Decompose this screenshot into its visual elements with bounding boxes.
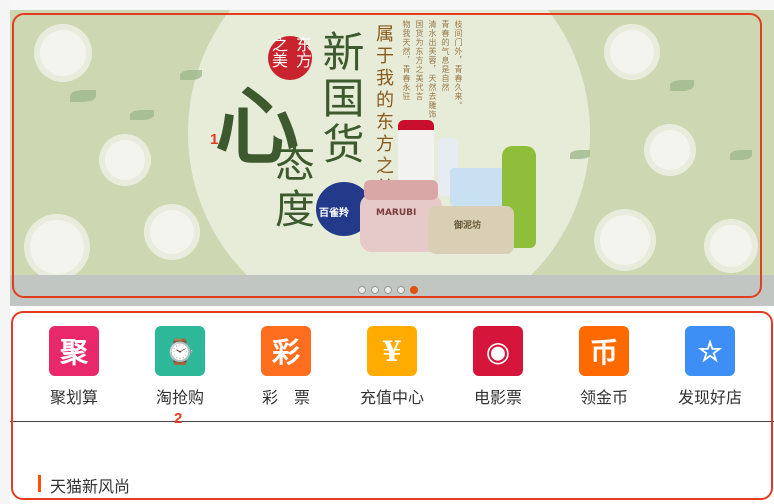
banner-poem-line: 清水出芙蓉，天然去雕饰 (428, 20, 437, 119)
carousel-dot-active[interactable] (410, 286, 418, 294)
flower-decoration (150, 210, 194, 254)
quick-entry-dianyingpiao[interactable]: ◉ 电影票 (453, 326, 543, 408)
juhuasuan-icon: 聚 (49, 326, 99, 376)
banner-poem-line: 国货为东方之美代言 (415, 20, 424, 101)
product-marubi-lid (364, 180, 438, 200)
quick-entry-juhuasuan[interactable]: 聚 聚划算 (29, 326, 119, 408)
carousel-dot[interactable] (358, 286, 366, 294)
product-yuniquan-label: 御泥坊 (454, 221, 482, 231)
flower-decoration (30, 220, 84, 274)
left-strip (0, 0, 10, 504)
leaf-decoration (130, 110, 154, 120)
quick-entry-chongzhi[interactable]: ¥ 充值中心 (347, 326, 437, 408)
annotation-number-banner: 1 (210, 131, 219, 148)
yuan-coin-icon: ¥ (367, 326, 417, 376)
leaf-decoration (570, 150, 590, 159)
leaf-decoration (670, 80, 694, 91)
section-title[interactable]: 天猫新风尚 (50, 473, 130, 497)
quick-entry-lingjinbi[interactable]: 币 领金币 (559, 326, 649, 408)
quick-entry-label: 聚划算 (49, 388, 98, 407)
flower-decoration (650, 130, 690, 170)
product-marubi-label: MARUBI (376, 208, 417, 218)
flower-decoration (40, 30, 86, 76)
carousel-dot[interactable] (397, 286, 405, 294)
product-baique-label: 百雀羚 (319, 208, 349, 219)
top-strip (0, 0, 774, 10)
carousel-dot[interactable] (371, 286, 379, 294)
carousel-pagination (358, 286, 418, 294)
quick-entry-row: 聚 聚划算 ⌚ 淘抢购 彩 彩 票 ¥ 充值中心 ◉ 电影票 币 领金币 ☆ 发… (20, 326, 774, 408)
quick-entry-label: 电影票 (473, 388, 522, 407)
shop-star-icon: ☆ (685, 326, 735, 376)
banner-poem-line: 物我天然，青春永驻 (402, 20, 411, 101)
flower-decoration (105, 140, 145, 180)
shopping-bag-icon: ⌚ (155, 326, 205, 376)
section-divider (10, 421, 774, 422)
section-title-marker (38, 475, 41, 492)
quick-entry-taoqianggou[interactable]: ⌚ 淘抢购 (135, 326, 225, 408)
banner-poem-line: 青春的气息是自然 (441, 20, 450, 92)
lottery-icon: 彩 (261, 326, 311, 376)
flower-decoration (610, 30, 654, 74)
banner-poem-line: 枝间门外，青春久来。 (454, 20, 463, 110)
quick-entry-label: 领金币 (579, 388, 628, 407)
quick-entry-faxianhaodian[interactable]: ☆ 发现好店 (665, 326, 755, 408)
flower-decoration (710, 225, 752, 267)
quick-entry-label: 发现好店 (677, 388, 742, 407)
promo-banner[interactable]: 东方之美 新国货 心 态度 属于我的东方之美 物我天然，青春永驻 国货为东方之美… (10, 10, 774, 306)
quick-entry-label: 淘抢购 (155, 388, 204, 407)
carousel-dot[interactable] (384, 286, 392, 294)
coin-icon: 币 (579, 326, 629, 376)
banner-seal: 东方之美 (268, 36, 312, 80)
quick-entry-caipiao[interactable]: 彩 彩 票 (241, 326, 331, 408)
annotation-number-icons: 2 (174, 410, 183, 427)
flower-decoration (600, 215, 650, 265)
product-blue-box (450, 168, 504, 206)
banner-subtitle: 属于我的东方之美 (373, 24, 394, 200)
leaf-decoration (70, 90, 96, 102)
film-reel-icon: ◉ (473, 326, 523, 376)
leaf-decoration (180, 70, 202, 80)
leaf-decoration (730, 150, 752, 160)
quick-entry-label: 充值中心 (359, 388, 424, 407)
quick-entry-label: 彩 票 (261, 388, 310, 407)
banner-headline-taidu: 态度 (268, 142, 314, 234)
